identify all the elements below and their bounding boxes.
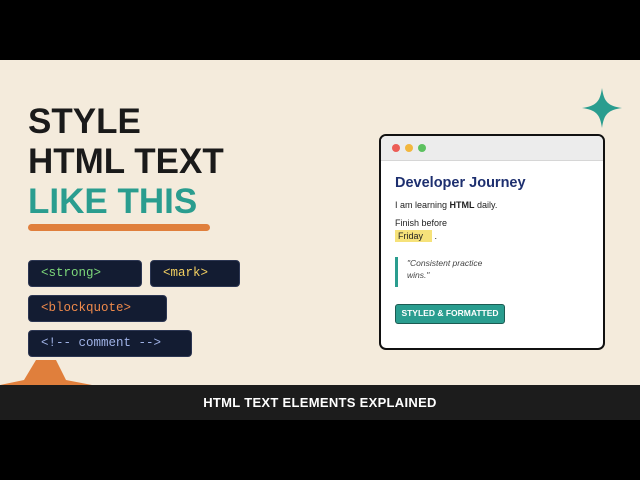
thumbnail-canvas: STYLE HTML TEXT LIKE THIS <strong> <mark… xyxy=(0,60,640,420)
styled-formatted-button[interactable]: STYLED & FORMATTED xyxy=(395,304,505,324)
browser-blockquote: "Consistent practice wins." xyxy=(395,257,545,287)
quote-line-1: "Consistent practice xyxy=(407,258,483,268)
browser-paragraph-1: I am learning HTML daily. xyxy=(395,200,497,210)
headline-line-3: LIKE THIS xyxy=(28,182,198,221)
window-minimize-dot xyxy=(405,144,413,152)
mark-tag-chip: <mark> xyxy=(150,260,240,287)
browser-title-bar xyxy=(381,136,603,161)
headline-line-1: STYLE xyxy=(28,102,141,141)
line3-suffix: . xyxy=(432,231,438,241)
orange-triangle-shape xyxy=(0,360,92,385)
window-close-dot xyxy=(392,144,400,152)
quote-line-2: wins." xyxy=(407,270,430,280)
headline-underline xyxy=(28,224,210,231)
mark-highlight: Friday xyxy=(395,230,433,242)
line1-suffix: daily. xyxy=(474,200,498,210)
headline-line-2: HTML TEXT xyxy=(28,142,224,181)
browser-paragraph-2: Finish before xyxy=(395,218,448,228)
blockquote-tag-chip: <blockquote> xyxy=(28,295,167,322)
strong-tag-chip: <strong> xyxy=(28,260,142,287)
strong-text: HTML xyxy=(449,200,475,210)
browser-mockup-window: Developer Journey I am learning HTML dai… xyxy=(379,134,605,350)
bottom-banner: HTML TEXT ELEMENTS EXPLAINED xyxy=(0,385,640,420)
four-point-star-icon xyxy=(582,88,622,128)
browser-heading: Developer Journey xyxy=(395,175,526,191)
window-maximize-dot xyxy=(418,144,426,152)
line1-prefix: I am learning xyxy=(395,200,450,210)
browser-paragraph-3: Friday . xyxy=(395,230,438,242)
